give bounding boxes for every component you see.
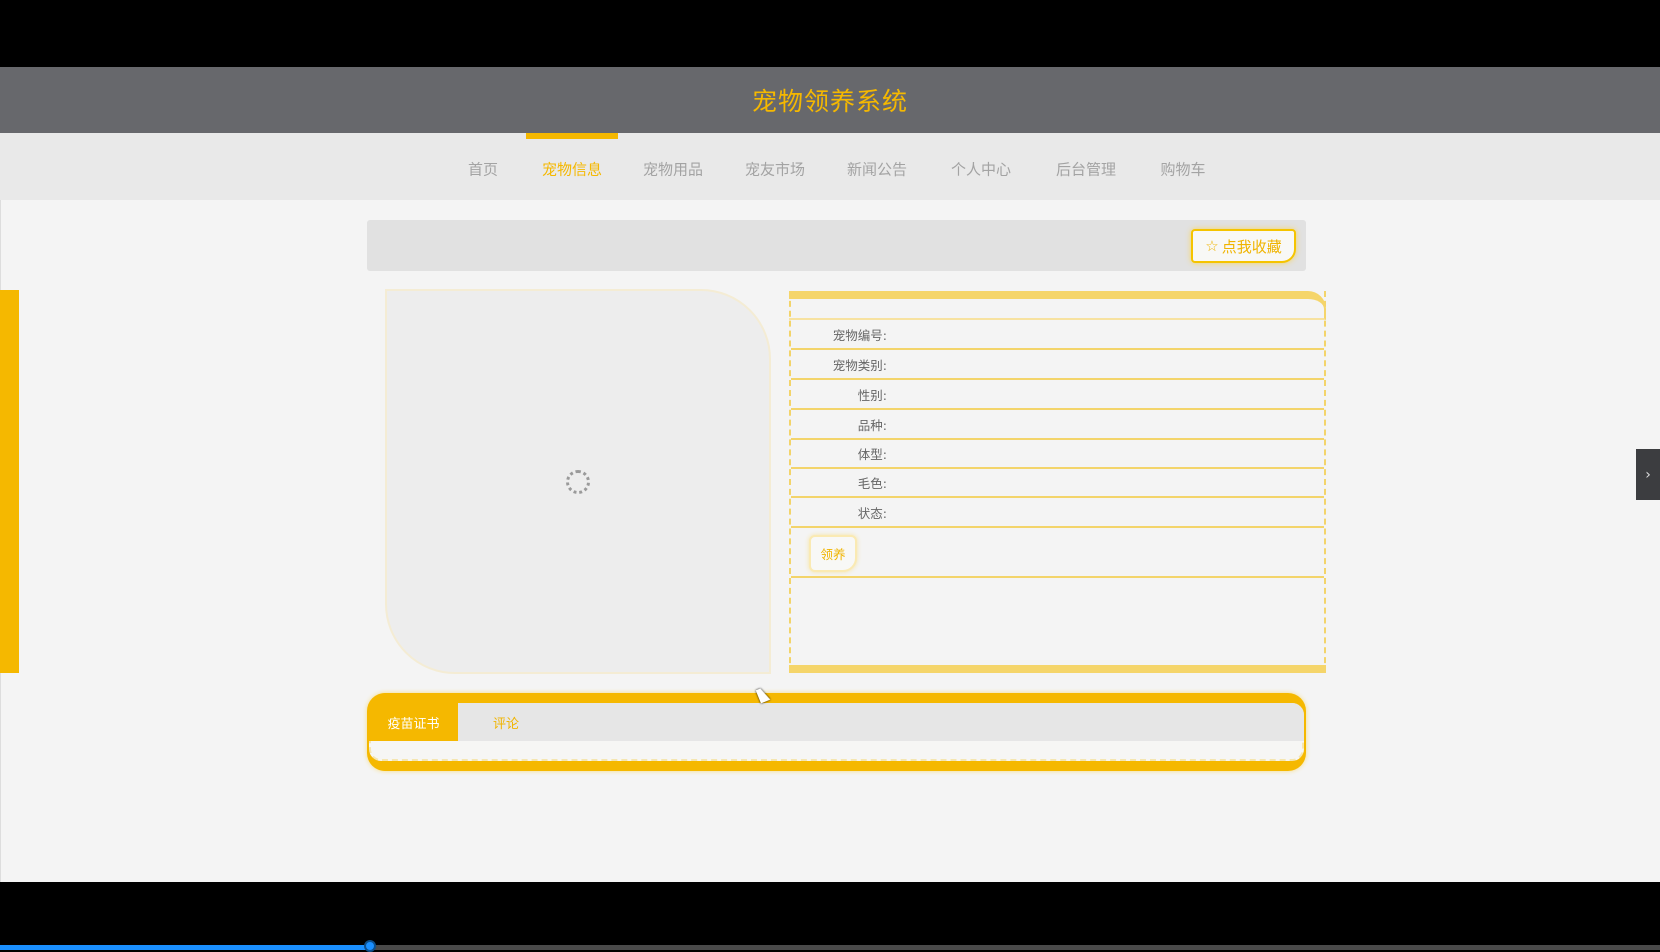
- field-label: 状态:: [857, 505, 887, 521]
- nav-pet-market[interactable]: 宠友市场: [745, 159, 805, 180]
- field-label: 体型:: [857, 446, 887, 462]
- field-label: 品种:: [857, 417, 887, 433]
- detail-row-category: 宠物类别:: [791, 350, 1324, 380]
- detail-row-status: 状态:: [791, 498, 1324, 528]
- detail-row-gender: 性别:: [791, 380, 1324, 410]
- star-outline-icon: ☆: [1205, 237, 1219, 255]
- tab-vaccine-certificate[interactable]: 疫苗证书: [369, 703, 458, 741]
- nav-pet-info[interactable]: 宠物信息: [542, 159, 602, 180]
- field-label: 宠物类别:: [832, 357, 887, 373]
- left-accent-bar: [0, 290, 19, 673]
- nav-home[interactable]: 首页: [468, 159, 498, 180]
- active-nav-indicator: [526, 133, 618, 139]
- detail-row-id: 宠物编号:: [791, 320, 1324, 350]
- details-header: [789, 291, 1326, 320]
- nav-personal-center[interactable]: 个人中心: [951, 159, 1011, 180]
- field-label: 宠物编号:: [832, 327, 887, 343]
- detail-row-breed: 品种:: [791, 410, 1324, 440]
- detail-row-actions: [791, 528, 1324, 578]
- detail-row-color: 毛色:: [791, 468, 1324, 498]
- detail-toolbar: [367, 220, 1306, 271]
- main-nav: 首页 宠物信息 宠物用品 宠友市场 新闻公告 个人中心 后台管理 购物车: [0, 133, 1660, 200]
- details-footer: [789, 665, 1326, 673]
- site-title: 宠物领养系统: [751, 87, 908, 116]
- nav-cart[interactable]: 购物车: [1160, 159, 1205, 180]
- tab-comments[interactable]: 评论: [458, 703, 554, 741]
- field-label: 毛色:: [857, 475, 887, 491]
- video-progress-handle[interactable]: [364, 940, 377, 952]
- favorite-button[interactable]: ☆ 点我收藏: [1191, 229, 1296, 263]
- loading-spinner-icon: [566, 470, 590, 494]
- adopt-button[interactable]: 领养: [809, 535, 857, 572]
- site-header: 宠物领养系统: [0, 67, 1660, 133]
- nav-admin[interactable]: 后台管理: [1056, 159, 1116, 180]
- side-toggle-button[interactable]: ›: [1636, 449, 1660, 500]
- video-progress-fill: [0, 945, 371, 950]
- tab-bar: [458, 703, 1304, 741]
- nav-news[interactable]: 新闻公告: [847, 159, 907, 180]
- favorite-label: 点我收藏: [1221, 237, 1282, 256]
- detail-row-size: 体型:: [791, 439, 1324, 469]
- nav-pet-supplies[interactable]: 宠物用品: [643, 159, 703, 180]
- field-label: 性别:: [857, 387, 887, 403]
